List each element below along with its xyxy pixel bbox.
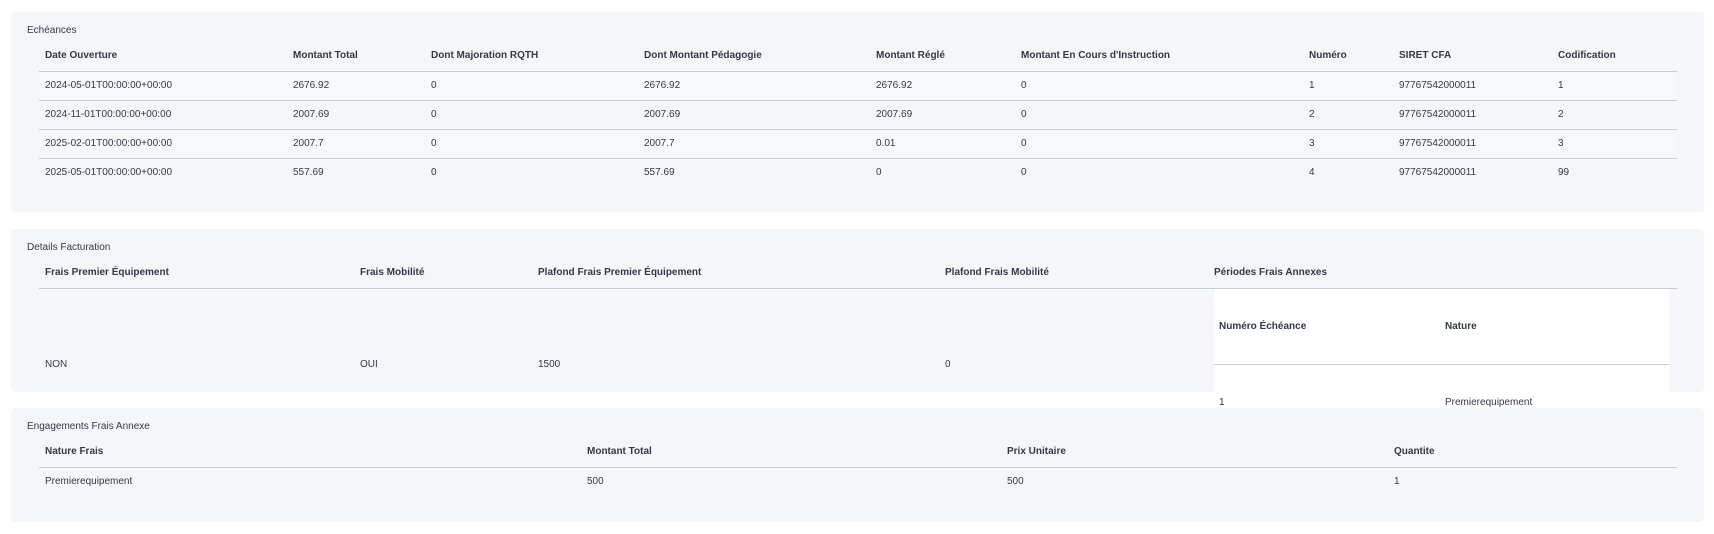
table-cell: 0 <box>1021 109 1027 120</box>
table-cell: 0 <box>1021 138 1027 149</box>
column-header: Quantite <box>1388 437 1677 468</box>
table-cell: 1 <box>1394 476 1400 488</box>
details-facturation-title: Details Facturation <box>27 242 111 253</box>
table-cell: 0 <box>431 138 437 149</box>
table-row: 2024-11-01T00:00:00+00:00 2007.69 0 2007… <box>39 100 1677 129</box>
table-cell: 0 <box>1021 80 1027 91</box>
column-header: Date Ouverture <box>39 41 287 72</box>
column-header: Dont Majoration RQTH <box>425 41 638 72</box>
column-header: Nature <box>1440 288 1670 365</box>
table-cell: 2025-02-01T00:00:00+00:00 <box>45 138 173 149</box>
engagements-table: Nature Frais Montant Total Prix Unitaire… <box>39 437 1677 496</box>
column-header: Numéro Échéance <box>1214 288 1440 365</box>
table-cell: 0 <box>1021 167 1027 179</box>
table-cell: 2007.69 <box>293 109 330 120</box>
details-header-row: Frais Premier Équipement Frais Mobilité … <box>39 258 1677 289</box>
column-header: Nature Frais <box>39 437 581 468</box>
column-header: Frais Premier Équipement <box>39 258 354 289</box>
table-cell: 3 <box>1558 138 1564 149</box>
column-header: Plafond Frais Premier Équipement <box>532 258 939 289</box>
table-cell: 4 <box>1309 167 1315 179</box>
table-cell: Premierequipement <box>45 476 133 488</box>
column-header: Montant Total <box>287 41 425 72</box>
table-row: 2025-02-01T00:00:00+00:00 2007.7 0 2007.… <box>39 129 1677 158</box>
table-cell: 500 <box>1007 476 1024 488</box>
table-cell: 2007.69 <box>644 109 681 120</box>
table-cell: 1 <box>1309 80 1315 91</box>
table-cell: 97767542000011 <box>1399 80 1477 91</box>
echeances-header-row: Date Ouverture Montant Total Dont Majora… <box>39 41 1677 72</box>
table-cell: 2676.92 <box>293 80 330 91</box>
table-cell: 0 <box>431 167 437 179</box>
table-cell: 0 <box>876 167 882 179</box>
table-cell: 2 <box>1309 109 1315 120</box>
echeances-title: Echéances <box>27 25 77 36</box>
table-cell: 99 <box>1558 167 1570 179</box>
column-header: Codification <box>1552 41 1677 72</box>
engagements-title: Engagements Frais Annexe <box>27 421 150 432</box>
engagements-header-row: Nature Frais Montant Total Prix Unitaire… <box>39 437 1677 468</box>
details-facturation-panel: Details Facturation Frais Premier Équipe… <box>11 229 1704 441</box>
table-cell: 2 <box>1558 109 1564 120</box>
table-cell: 2676.92 <box>876 80 913 91</box>
column-header: Dont Montant Pédagogie <box>638 41 870 72</box>
table-cell: 0.01 <box>876 138 896 149</box>
table-cell: 2676.92 <box>644 80 681 91</box>
table-cell: 2024-05-01T00:00:00+00:00 <box>45 80 173 91</box>
table-cell: 2025-05-01T00:00:00+00:00 <box>45 167 173 179</box>
table-cell: 0 <box>431 109 437 120</box>
table-row: 2025-05-01T00:00:00+00:00 557.69 0 557.6… <box>39 158 1677 187</box>
table-row: 2024-05-01T00:00:00+00:00 2676.92 0 2676… <box>39 71 1677 100</box>
table-cell: 2007.7 <box>644 138 675 149</box>
periodes-header-row: Numéro Échéance Nature <box>1214 288 1670 365</box>
column-header: Périodes Frais Annexes <box>1208 258 1677 289</box>
table-cell: 0 <box>431 80 437 91</box>
column-header: Frais Mobilité <box>354 258 532 289</box>
column-header: Montant Réglé <box>870 41 1015 72</box>
echeances-table: Date Ouverture Montant Total Dont Majora… <box>39 41 1677 187</box>
column-header: Montant En Cours d'Instruction <box>1015 41 1303 72</box>
engagements-panel: Engagements Frais Annexe Nature Frais Mo… <box>11 408 1704 522</box>
table-cell: 2024-11-01T00:00:00+00:00 <box>45 109 172 120</box>
table-row: Premierequipement 500 500 1 <box>39 467 1677 496</box>
echeances-panel: Echéances Date Ouverture Montant Total D… <box>11 12 1704 212</box>
table-cell: 500 <box>587 476 604 488</box>
column-header: Montant Total <box>581 437 1001 468</box>
table-cell: 2007.7 <box>293 138 324 149</box>
table-cell: 97767542000011 <box>1399 167 1477 179</box>
table-cell: 1 <box>1558 80 1564 91</box>
column-header: Numéro <box>1303 41 1393 72</box>
column-header: Prix Unitaire <box>1001 437 1388 468</box>
table-cell: 97767542000011 <box>1399 138 1477 149</box>
table-cell: 2007.69 <box>876 109 913 120</box>
column-header: SIRET CFA <box>1393 41 1552 72</box>
column-header: Plafond Frais Mobilité <box>939 258 1208 289</box>
table-cell: 557.69 <box>293 167 324 179</box>
table-cell: 557.69 <box>644 167 675 179</box>
table-cell: 97767542000011 <box>1399 109 1477 120</box>
table-cell: 3 <box>1309 138 1315 149</box>
